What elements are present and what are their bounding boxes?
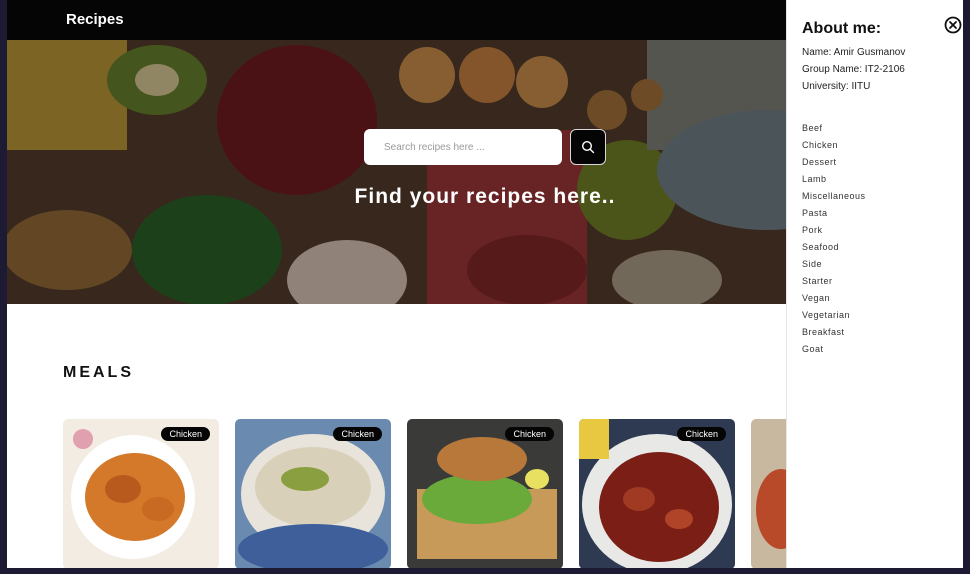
category-list: Beef Chicken Dessert Lamb Miscellaneous … bbox=[802, 121, 866, 359]
category-item[interactable]: Side bbox=[802, 257, 866, 274]
category-badge: Chicken bbox=[677, 427, 726, 441]
category-badge: Chicken bbox=[333, 427, 382, 441]
category-item[interactable]: Chicken bbox=[802, 138, 866, 155]
about-title: About me: bbox=[802, 20, 882, 37]
search-button[interactable] bbox=[570, 129, 606, 165]
category-item[interactable]: Pasta bbox=[802, 206, 866, 223]
meal-card-partial[interactable] bbox=[751, 419, 791, 568]
close-icon[interactable] bbox=[944, 16, 962, 34]
meal-card[interactable]: Chicken bbox=[579, 419, 735, 568]
meal-card[interactable]: Chicken bbox=[235, 419, 391, 568]
category-item[interactable]: Beef bbox=[802, 121, 866, 138]
category-item[interactable]: Vegetarian bbox=[802, 308, 866, 325]
category-badge: Chicken bbox=[161, 427, 210, 441]
meal-image bbox=[751, 419, 791, 568]
category-item[interactable]: Lamb bbox=[802, 172, 866, 189]
category-item[interactable]: Dessert bbox=[802, 155, 866, 172]
category-item[interactable]: Vegan bbox=[802, 291, 866, 308]
about-name: Name: Amir Gusmanov bbox=[802, 47, 906, 58]
category-badge: Chicken bbox=[505, 427, 554, 441]
meal-image bbox=[579, 419, 735, 568]
category-item[interactable]: Seafood bbox=[802, 240, 866, 257]
about-info: Name: Amir Gusmanov Group Name: IT2-2106… bbox=[802, 44, 905, 95]
about-group: Group Name: IT2-2106 bbox=[802, 64, 905, 75]
app-frame: Recipes Search recipes here ... Find you… bbox=[7, 0, 963, 568]
meal-card[interactable]: Chicken bbox=[407, 419, 563, 568]
meal-card[interactable]: Chicken bbox=[63, 419, 219, 568]
about-university: University: IITU bbox=[802, 81, 871, 92]
category-item[interactable]: Goat bbox=[802, 342, 866, 359]
about-sidebar: About me: Name: Amir Gusmanov Group Name… bbox=[786, 0, 963, 568]
category-item[interactable]: Breakfast bbox=[802, 325, 866, 342]
meal-image bbox=[407, 419, 563, 568]
meal-image bbox=[235, 419, 391, 568]
brand-logo[interactable]: Recipes bbox=[66, 11, 124, 28]
category-item[interactable]: Miscellaneous bbox=[802, 189, 866, 206]
meals-section-title: MEALS bbox=[63, 364, 134, 381]
category-item[interactable]: Starter bbox=[802, 274, 866, 291]
search-input[interactable] bbox=[364, 129, 562, 165]
meal-image bbox=[63, 419, 219, 568]
search-icon bbox=[581, 140, 595, 154]
category-item[interactable]: Pork bbox=[802, 223, 866, 240]
